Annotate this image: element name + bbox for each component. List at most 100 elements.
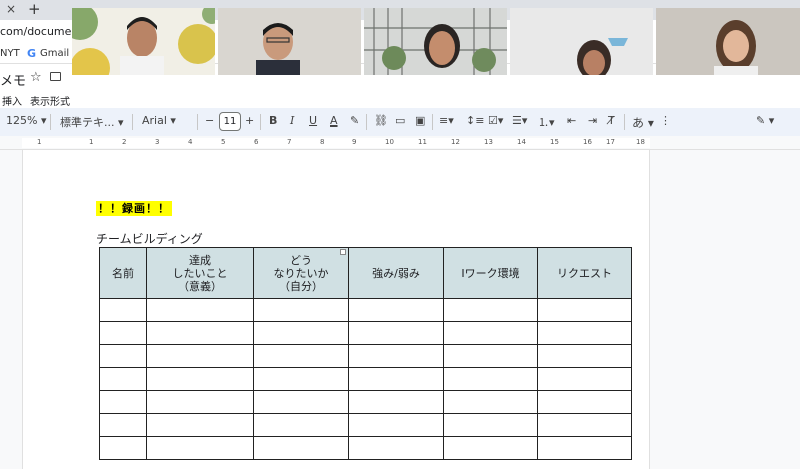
video-tile-participant-1[interactable] [72,8,215,75]
table-cell[interactable] [537,298,632,322]
menu-format[interactable]: 表示形式 [30,93,70,108]
comment-icon[interactable]: ▭ [395,114,405,127]
table-cell[interactable] [537,367,632,391]
bulleted-list-icon[interactable]: ☰▾ [512,114,527,127]
table-cell[interactable] [443,298,538,322]
header-work-environment[interactable]: Iワーク環境 [443,247,538,299]
table-cell[interactable] [253,367,349,391]
table-cell[interactable] [348,321,444,345]
table-cell[interactable] [99,298,147,322]
table-cell[interactable] [348,413,444,437]
ruler-number: 1 [89,138,94,146]
table-cell[interactable] [253,413,349,437]
table-cell[interactable] [146,321,254,345]
video-tile-participant-2[interactable] [218,8,361,75]
checklist-icon[interactable]: ☑▾ [488,114,503,127]
table-cell[interactable] [443,321,538,345]
folder-icon[interactable] [50,72,61,81]
table-cell[interactable] [443,413,538,437]
header-strengths-weaknesses[interactable]: 強み/弱み [348,247,444,299]
increase-font-button[interactable]: + [245,114,254,127]
editing-mode-icon[interactable]: ✎ ▾ [756,114,774,127]
video-tile-participant-3[interactable] [364,8,507,75]
font-select[interactable]: Arial ▾ [142,114,176,127]
table-cell[interactable] [146,390,254,414]
header-goal[interactable]: 達成 したいこと （意義） [146,247,254,299]
table-cell[interactable] [146,344,254,368]
line-spacing-icon[interactable]: ↕≡ [466,114,484,127]
numbered-list-icon[interactable]: ⒈▾ [538,114,555,130]
table-cell[interactable] [348,367,444,391]
table-cell[interactable] [253,390,349,414]
table-cell[interactable] [348,298,444,322]
input-tools-button[interactable]: あ ▾ [632,114,654,131]
table-cell[interactable] [146,436,254,460]
link-icon[interactable]: ⛓ [374,114,388,127]
table-cell[interactable] [537,413,632,437]
table-cell[interactable] [253,436,349,460]
more-options-icon[interactable]: ⋮ [660,114,671,127]
close-tab-icon[interactable]: × [6,2,16,16]
participant-3-video [364,8,507,75]
table-cell[interactable] [99,390,147,414]
table-cell[interactable] [99,413,147,437]
participant-1-video [72,8,215,75]
table-cell[interactable] [348,436,444,460]
table-cell[interactable] [253,298,349,322]
style-select[interactable]: 標準テキ... ▾ [60,114,124,130]
new-tab-icon[interactable]: + [28,0,41,18]
table-cell[interactable] [146,298,254,322]
align-icon[interactable]: ≡▾ [439,114,454,127]
video-tile-participant-5[interactable] [656,8,800,75]
header-aspiration[interactable]: どう なりたいか （自分） [253,247,349,299]
table-cell[interactable] [99,344,147,368]
decrease-indent-icon[interactable]: ⇤ [567,114,576,127]
highlight-pen-icon[interactable]: ✎ [350,114,359,127]
table-cell[interactable] [253,321,349,345]
toolbar-divider [132,114,133,130]
table-cell[interactable] [443,436,538,460]
video-tile-participant-4[interactable] [510,8,653,75]
table-row [99,436,632,460]
team-building-table[interactable]: 名前 達成 したいこと （意義） どう なりたいか （自分） 強み/弱み Iワー… [99,247,632,460]
table-cell[interactable] [253,344,349,368]
zoom-select[interactable]: 125% ▾ [6,114,46,127]
clear-formatting-icon[interactable]: T̸ [608,114,615,127]
table-cell[interactable] [99,436,147,460]
header-name[interactable]: 名前 [99,247,147,299]
table-cell[interactable] [99,367,147,391]
header-request[interactable]: リクエスト [537,247,632,299]
bookmark-gmail[interactable]: Gmail [40,48,69,59]
table-cell[interactable] [348,344,444,368]
table-cell[interactable] [537,321,632,345]
participant-4-video [510,8,653,75]
increase-indent-icon[interactable]: ⇥ [588,114,597,127]
italic-button[interactable]: I [290,114,294,127]
table-header-row: 名前 達成 したいこと （意義） どう なりたいか （自分） 強み/弱み Iワー… [99,247,632,299]
decrease-font-button[interactable]: − [205,114,214,127]
table-cell[interactable] [146,413,254,437]
menu-insert[interactable]: 挿入 [2,93,22,108]
table-cell[interactable] [537,436,632,460]
table-cell[interactable] [443,367,538,391]
table-cell[interactable] [99,321,147,345]
ruler-number: 15 [550,138,559,146]
image-icon[interactable]: ▣ [415,114,425,127]
underline-button[interactable]: U [309,114,317,127]
font-size-input[interactable]: 11 [219,112,241,131]
table-cell[interactable] [146,367,254,391]
table-cell[interactable] [443,390,538,414]
ruler-number: 1 [37,138,42,146]
bookmark-nyt[interactable]: NYT [0,48,20,59]
table-cell[interactable] [537,390,632,414]
table-cell[interactable] [348,390,444,414]
star-icon[interactable]: ☆ [30,70,42,85]
table-cell[interactable] [443,344,538,368]
participant-2-video [218,8,361,75]
table-cell[interactable] [537,344,632,368]
toolbar-divider [432,114,433,130]
text-color-button[interactable]: A [330,114,338,127]
document-title[interactable]: メモ [0,70,26,89]
bold-button[interactable]: B [269,114,277,127]
column-resize-handle[interactable] [340,249,346,255]
